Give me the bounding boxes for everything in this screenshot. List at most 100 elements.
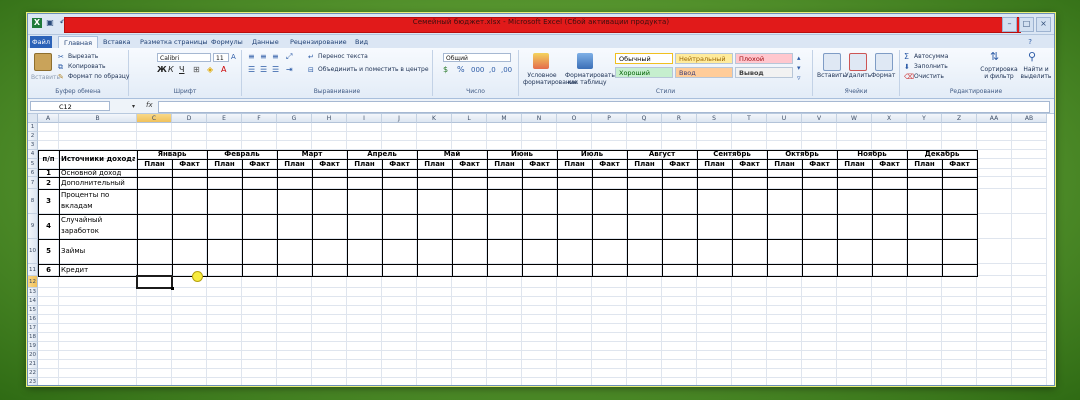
plan-header[interactable]: План xyxy=(699,159,730,169)
month-header[interactable]: Январь xyxy=(139,150,205,159)
month-header[interactable]: Март xyxy=(279,150,345,159)
row-header[interactable]: 18 xyxy=(28,333,38,342)
header-sources[interactable]: Источники дохода xyxy=(61,150,135,169)
format-as-table-button[interactable]: Форматировать как таблицу xyxy=(565,72,615,86)
plan-header[interactable]: План xyxy=(139,159,170,169)
month-header[interactable]: Октябрь xyxy=(769,150,835,159)
insert-function-icon[interactable]: fx xyxy=(146,101,153,109)
fill-color-icon[interactable]: ◈ xyxy=(207,65,213,75)
month-header[interactable]: Сентябрь xyxy=(699,150,765,159)
plan-header[interactable]: План xyxy=(349,159,380,169)
paste-icon[interactable] xyxy=(34,53,52,71)
bold-icon[interactable]: Ж xyxy=(157,65,167,75)
help-icon[interactable]: ? xyxy=(1028,37,1032,47)
column-header[interactable]: AA xyxy=(977,114,1012,123)
row-header[interactable]: 5 xyxy=(28,159,38,169)
align-top-icon[interactable]: ≡ xyxy=(248,52,255,62)
row-header[interactable]: 21 xyxy=(28,360,38,369)
column-header[interactable]: J xyxy=(382,114,417,123)
row-header[interactable]: 2 xyxy=(28,132,38,141)
column-header[interactable]: Y xyxy=(907,114,942,123)
column-header[interactable]: M xyxy=(487,114,522,123)
fill-handle[interactable] xyxy=(171,287,174,290)
row-header[interactable]: 22 xyxy=(28,369,38,378)
fact-header[interactable]: Факт xyxy=(874,159,905,169)
fact-header[interactable]: Факт xyxy=(454,159,485,169)
column-header[interactable]: B xyxy=(59,114,137,123)
style-input[interactable]: Ввод xyxy=(675,67,733,78)
item-name[interactable]: Проценты по вкладам xyxy=(61,189,135,215)
plan-header[interactable]: План xyxy=(489,159,520,169)
fact-header[interactable]: Факт xyxy=(524,159,555,169)
plan-header[interactable]: План xyxy=(419,159,450,169)
styles-more-icon[interactable]: ▿ xyxy=(797,73,801,83)
fact-header[interactable]: Факт xyxy=(314,159,345,169)
month-header[interactable]: Июль xyxy=(559,150,625,159)
plan-header[interactable]: План xyxy=(279,159,310,169)
column-header[interactable]: G xyxy=(277,114,312,123)
worksheet-grid[interactable]: A B C D E F G H I J K L M N O P Q R S T U V W X Y Z AA AB 1 2 3 4 5 6 7 8 9 1… xyxy=(28,114,1054,385)
plan-header[interactable]: План xyxy=(629,159,660,169)
name-box-dropdown-icon[interactable]: ▾ xyxy=(132,102,135,112)
row-header[interactable]: 13 xyxy=(28,288,38,297)
column-header[interactable]: Z xyxy=(942,114,977,123)
column-header[interactable]: AB xyxy=(1012,114,1047,123)
align-center-icon[interactable]: ☰ xyxy=(260,65,267,75)
column-header[interactable]: W xyxy=(837,114,872,123)
autosum-button[interactable]: Автосумма xyxy=(914,53,948,60)
copy-button[interactable]: Копировать xyxy=(68,63,105,70)
maximize-icon[interactable]: □ xyxy=(1019,17,1034,32)
fact-header[interactable]: Факт xyxy=(734,159,765,169)
row-header[interactable]: 20 xyxy=(28,351,38,360)
comma-style-icon[interactable]: 000 xyxy=(471,65,484,75)
fact-header[interactable]: Факт xyxy=(664,159,695,169)
borders-icon[interactable]: ⊞ xyxy=(193,65,200,75)
format-cells-button[interactable]: Формат xyxy=(871,72,895,79)
item-name[interactable]: Случайный заработок xyxy=(61,214,135,240)
formula-input[interactable] xyxy=(158,101,1050,113)
style-bad[interactable]: Плохой xyxy=(735,53,793,64)
item-number[interactable]: 4 xyxy=(40,214,57,239)
grow-font-icon[interactable]: A xyxy=(231,52,236,62)
item-number[interactable]: 5 xyxy=(40,239,57,264)
conditional-format-button[interactable]: Условное форматирование xyxy=(523,72,577,86)
column-header[interactable]: O xyxy=(557,114,592,123)
clear-button[interactable]: Очистить xyxy=(914,73,944,80)
item-name[interactable]: Основной доход xyxy=(61,169,135,177)
row-header[interactable]: 6 xyxy=(28,169,38,177)
row-header[interactable]: 8 xyxy=(28,189,38,214)
selected-cell[interactable] xyxy=(136,275,173,289)
decrease-decimal-icon[interactable]: ,00 xyxy=(501,65,512,75)
row-header[interactable]: 12 xyxy=(28,276,38,288)
fact-header[interactable]: Факт xyxy=(174,159,205,169)
wrap-text-button[interactable]: Перенос текста xyxy=(318,53,368,60)
sort-filter-button[interactable]: Сортировка и фильтр xyxy=(980,66,1018,80)
plan-header[interactable]: План xyxy=(769,159,800,169)
item-number[interactable]: 6 xyxy=(40,264,57,276)
month-header[interactable]: Август xyxy=(629,150,695,159)
month-header[interactable]: Июнь xyxy=(489,150,555,159)
style-good[interactable]: Хороший xyxy=(615,67,673,78)
row-header[interactable]: 23 xyxy=(28,378,38,385)
font-size-select[interactable]: 11 xyxy=(213,53,229,62)
align-left-icon[interactable]: ☰ xyxy=(248,65,255,75)
percent-icon[interactable]: % xyxy=(457,65,465,75)
align-middle-icon[interactable]: ≡ xyxy=(260,52,267,62)
orientation-icon[interactable]: ⤢ xyxy=(286,52,292,62)
font-name-select[interactable]: Calibri xyxy=(157,53,211,62)
column-header[interactable]: X xyxy=(872,114,907,123)
currency-icon[interactable]: $ xyxy=(443,65,448,75)
row-header[interactable]: 17 xyxy=(28,324,38,333)
tab-insert[interactable]: Вставка xyxy=(98,36,136,48)
row-header[interactable]: 19 xyxy=(28,342,38,351)
item-name[interactable]: Займы xyxy=(61,239,135,264)
cut-button[interactable]: Вырезать xyxy=(68,53,98,60)
format-painter-button[interactable]: Формат по образцу xyxy=(68,73,129,80)
italic-icon[interactable]: К xyxy=(168,65,174,75)
fact-header[interactable]: Факт xyxy=(384,159,415,169)
column-header[interactable]: V xyxy=(802,114,837,123)
column-header[interactable]: D xyxy=(172,114,207,123)
tab-review[interactable]: Рецензирование xyxy=(285,36,352,48)
month-header[interactable]: Февраль xyxy=(209,150,275,159)
styles-scroll-up-icon[interactable]: ▴ xyxy=(797,53,801,63)
